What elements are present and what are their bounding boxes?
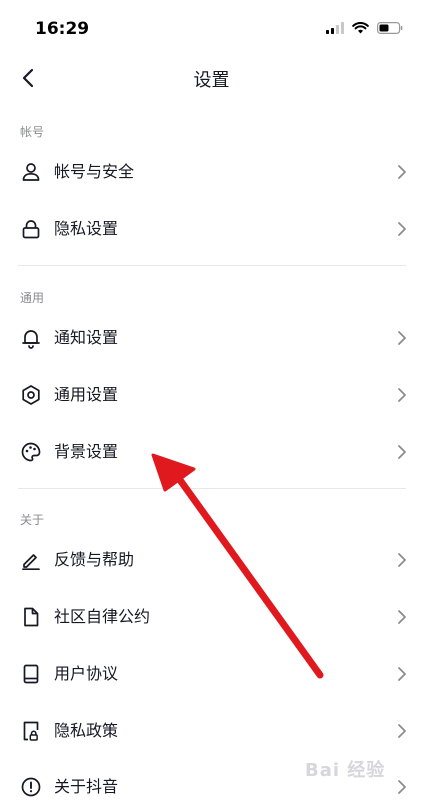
- settings-item-label: 通知设置: [54, 328, 119, 347]
- settings-item-privacy-policy[interactable]: 隐私政策: [0, 706, 423, 756]
- chevron-right-icon: [398, 780, 406, 794]
- status-icons: [326, 22, 403, 34]
- section-divider: [18, 265, 406, 266]
- section-divider: [18, 488, 406, 489]
- privacy-doc-icon: [23, 721, 39, 741]
- settings-item-user-agreement[interactable]: 用户协议: [0, 649, 423, 699]
- palette-icon: [21, 442, 41, 462]
- chevron-right-icon: [398, 610, 406, 624]
- settings-item-label: 背景设置: [54, 442, 119, 461]
- chevron-right-icon: [398, 388, 406, 402]
- wifi-icon: [352, 22, 369, 34]
- settings-item-label: 社区自律公约: [54, 607, 151, 626]
- settings-item-community-guidelines[interactable]: 社区自律公约: [0, 592, 423, 642]
- book-icon: [23, 664, 39, 684]
- chevron-right-icon: [398, 331, 406, 345]
- chevron-right-icon: [398, 724, 406, 738]
- settings-item-notification-settings[interactable]: 通知设置: [0, 313, 423, 363]
- user-icon: [22, 163, 40, 181]
- chevron-right-icon: [398, 553, 406, 567]
- settings-item-label: 帐号与安全: [54, 162, 135, 181]
- gear-icon: [22, 385, 40, 405]
- settings-item-label: 隐私政策: [54, 721, 119, 740]
- lock-icon: [22, 220, 40, 239]
- status-time: 16:29: [35, 19, 90, 39]
- status-bar: 16:29: [0, 0, 423, 56]
- settings-item-account-security[interactable]: 帐号与安全: [0, 147, 423, 197]
- chevron-right-icon: [398, 222, 406, 236]
- settings-item-label: 关于抖音: [54, 777, 119, 796]
- chevron-right-icon: [398, 667, 406, 681]
- document-icon: [24, 607, 39, 627]
- bell-icon: [22, 330, 40, 349]
- section-header-about: 关于: [20, 513, 45, 527]
- chevron-right-icon: [398, 165, 406, 179]
- page-title: 设置: [193, 70, 230, 91]
- settings-item-label: 反馈与帮助: [54, 550, 135, 569]
- battery-icon: [377, 22, 403, 34]
- signal-icon: [326, 22, 344, 34]
- navigation-bar: 设置: [0, 56, 423, 100]
- section-header-general: 通用: [20, 291, 45, 305]
- settings-item-feedback-help[interactable]: 反馈与帮助: [0, 535, 423, 585]
- settings-item-label: 用户协议: [54, 664, 119, 683]
- chevron-right-icon: [398, 445, 406, 459]
- settings-item-background-settings[interactable]: 背景设置: [0, 427, 423, 477]
- info-icon: [21, 777, 41, 797]
- watermark: Bai 经验: [305, 760, 386, 781]
- pen-icon: [22, 554, 40, 571]
- settings-item-label: 隐私设置: [54, 219, 119, 238]
- settings-item-label: 通用设置: [54, 385, 119, 404]
- settings-item-general-settings[interactable]: 通用设置: [0, 370, 423, 420]
- section-header-account: 帐号: [20, 125, 45, 139]
- settings-item-privacy-settings[interactable]: 隐私设置: [0, 204, 423, 254]
